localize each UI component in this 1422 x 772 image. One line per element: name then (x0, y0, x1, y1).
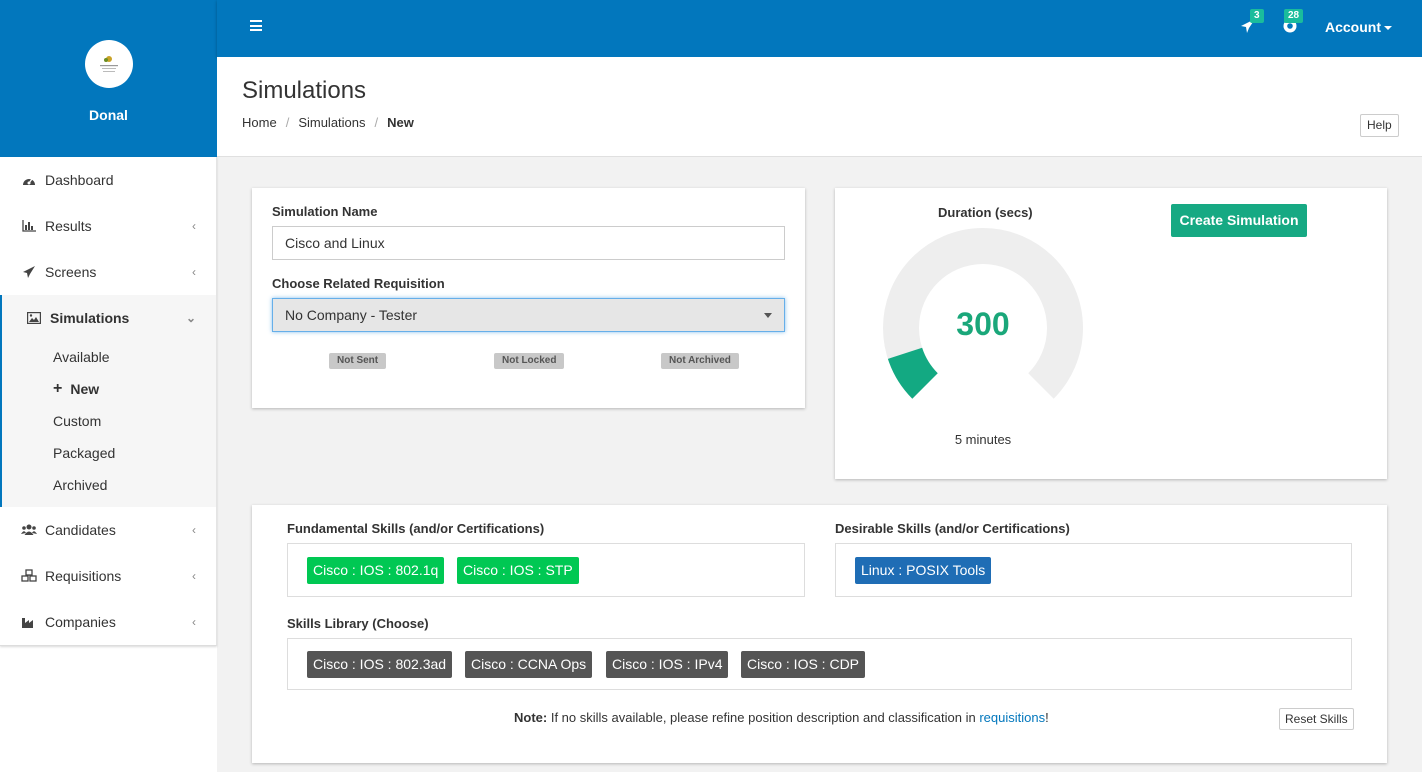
status-badge-archived: Not Archived (661, 353, 739, 369)
submenu-item-custom[interactable]: Custom (2, 405, 216, 437)
duration-minutes: 5 minutes (954, 432, 1012, 447)
duration-title: Duration (secs) (938, 205, 1033, 220)
gauge-fill (887, 347, 939, 399)
sidebar-item-dashboard[interactable]: Dashboard (0, 157, 216, 203)
fundamental-skills-box[interactable]: Cisco : IOS : 802.1q Cisco : IOS : STP (287, 543, 805, 597)
account-menu[interactable]: Account (1325, 19, 1392, 35)
fundamental-skills-title: Fundamental Skills (and/or Certification… (287, 521, 545, 536)
breadcrumb-separator: / (285, 115, 290, 130)
chevron-left-icon: ‹ (192, 523, 196, 537)
skill-tag[interactable]: Cisco : IOS : 802.1q (307, 557, 445, 584)
note-suffix: ! (1045, 710, 1049, 725)
sidebar-menu: Dashboard Results ‹ Screens ‹ Simulation… (0, 157, 217, 646)
submenu-label: New (70, 381, 100, 397)
submenu-label: Archived (53, 477, 108, 493)
breadcrumb: Home / Simulations / New (242, 115, 414, 130)
note-prefix: Note: (514, 710, 548, 725)
chevron-left-icon: ‹ (192, 569, 196, 583)
skill-tag[interactable]: Cisco : CCNA Ops (465, 651, 593, 678)
sidebar-item-screens[interactable]: Screens ‹ (0, 249, 216, 295)
submenu-item-new[interactable]: + New (2, 373, 216, 405)
chevron-down-icon: ⌄ (185, 311, 196, 325)
chevron-left-icon: ‹ (192, 219, 196, 233)
page-header: Simulations Home / Simulations / New Help (217, 57, 1422, 157)
skill-tag[interactable]: Linux : POSIX Tools (855, 557, 992, 584)
requisition-label: Choose Related Requisition (272, 276, 445, 291)
simulation-name-input[interactable]: Cisco and Linux (272, 226, 785, 260)
help-button[interactable]: Help (1360, 114, 1399, 137)
sidebar-item-label: Simulations (50, 310, 130, 326)
sidebar-item-label: Dashboard (45, 172, 114, 188)
avatar[interactable] (84, 40, 133, 88)
breadcrumb-home[interactable]: Home (242, 115, 277, 130)
create-simulation-button[interactable]: Create Simulation (1171, 204, 1307, 237)
skills-note: Note: If no skills available, please ref… (514, 710, 1049, 725)
plus-icon: + (53, 380, 63, 397)
chevron-left-icon: ‹ (192, 265, 196, 279)
caret-down-icon (1384, 26, 1392, 31)
hamburger-menu-icon[interactable] (250, 20, 262, 31)
paper-plane-icon (21, 265, 37, 279)
requisition-select[interactable]: No Company - Tester (272, 298, 785, 332)
duration-card: Duration (secs) 300 5 minutes Create Sim… (835, 188, 1387, 479)
cubes-icon (21, 569, 37, 583)
submenu-label: Packaged (53, 445, 116, 461)
sidebar-item-simulations[interactable]: Simulations ⌄ (0, 295, 216, 341)
reset-skills-button[interactable]: Reset Skills (1279, 708, 1354, 730)
note-text: If no skills available, please refine po… (547, 710, 980, 725)
sidebar-item-label: Results (45, 218, 92, 234)
dashboard-icon (21, 173, 37, 187)
breadcrumb-separator: / (374, 115, 379, 130)
requisition-select-value: No Company - Tester (285, 307, 418, 323)
duration-value: 300 (956, 306, 1010, 342)
sidebar-item-results[interactable]: Results ‹ (0, 203, 216, 249)
sidebar-item-candidates[interactable]: Candidates ‹ (0, 507, 216, 553)
company-logo-icon (99, 56, 118, 72)
status-badge-sent: Not Sent (329, 353, 387, 369)
skills-library-title: Skills Library (Choose) (287, 616, 429, 631)
submenu-item-archived[interactable]: Archived (2, 469, 216, 501)
bar-chart-icon (21, 219, 37, 233)
sidebar-item-label: Companies (45, 614, 116, 630)
simulations-submenu: Available + New Custom Packaged Archived (0, 341, 216, 507)
desirable-skills-box[interactable]: Linux : POSIX Tools (835, 543, 1352, 597)
profile-panel: Donal (0, 0, 217, 157)
skill-tag[interactable]: Cisco : IOS : STP (457, 557, 579, 584)
submenu-item-packaged[interactable]: Packaged (2, 437, 216, 469)
sidebar-item-requisitions[interactable]: Requisitions ‹ (0, 553, 216, 599)
image-icon (26, 311, 42, 325)
breadcrumb-current: New (387, 115, 414, 130)
skill-tag[interactable]: Cisco : IOS : IPv4 (606, 651, 729, 678)
industry-icon (21, 615, 37, 629)
desirable-skills-title: Desirable Skills (and/or Certifications) (835, 521, 1070, 536)
requisitions-link[interactable]: requisitions (979, 710, 1045, 725)
page-title: Simulations (242, 77, 367, 104)
sidebar-item-label: Requisitions (45, 568, 122, 584)
simulation-name-label: Simulation Name (272, 204, 378, 219)
status-badge-locked: Not Locked (494, 353, 565, 369)
submenu-label: Available (53, 349, 110, 365)
caret-down-icon (764, 313, 772, 318)
skill-tag[interactable]: Cisco : IOS : 802.3ad (307, 651, 453, 678)
submenu-item-available[interactable]: Available (2, 341, 216, 373)
breadcrumb-simulations[interactable]: Simulations (298, 115, 365, 130)
sidebar-item-companies[interactable]: Companies ‹ (0, 599, 216, 645)
sidebar-item-label: Screens (45, 264, 97, 280)
support-count-badge: 28 (1284, 9, 1304, 23)
chevron-left-icon: ‹ (192, 615, 196, 629)
topbar: 3 28 Account (217, 0, 1422, 57)
skill-tag[interactable]: Cisco : IOS : CDP (741, 651, 866, 678)
account-label: Account (1325, 19, 1381, 35)
username: Donal (89, 107, 128, 123)
users-icon (21, 523, 37, 537)
submenu-label: Custom (53, 413, 102, 429)
skills-library-box[interactable]: Cisco : IOS : 802.3ad Cisco : CCNA Ops C… (287, 638, 1352, 690)
simulation-form-card: Simulation Name Cisco and Linux Choose R… (252, 188, 805, 408)
sidebar: Donal Dashboard Results ‹ Screens ‹ Simu… (0, 0, 217, 772)
sent-count-badge: 3 (1250, 9, 1264, 23)
skills-card: Fundamental Skills (and/or Certification… (252, 505, 1387, 763)
sidebar-item-label: Candidates (45, 522, 116, 538)
